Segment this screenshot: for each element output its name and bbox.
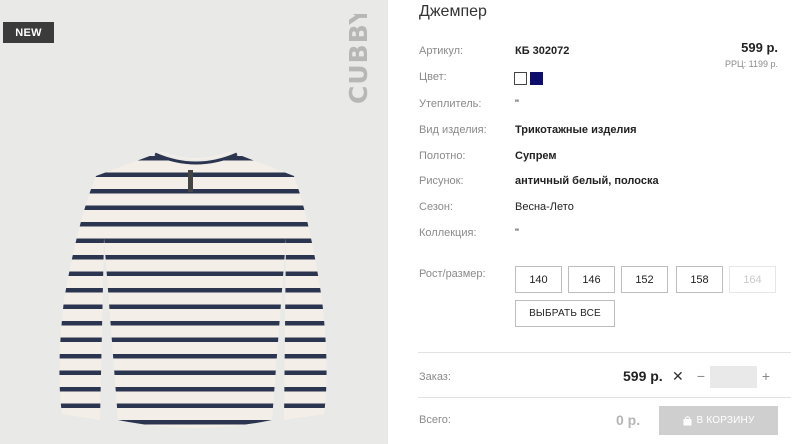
attr-label: Полотно:: [419, 150, 466, 162]
quantity-decrease-button[interactable]: −: [695, 368, 707, 384]
attr-label: Артикул:: [419, 45, 464, 57]
size-option-146[interactable]: 146: [568, 266, 615, 293]
color-swatch-white[interactable]: [514, 72, 527, 85]
add-to-cart-label: В КОРЗИНУ: [696, 415, 755, 426]
attr-value: Супрем: [515, 150, 557, 162]
attr-value: ": [515, 227, 519, 239]
color-swatch-navy[interactable]: [530, 72, 543, 85]
size-option-158[interactable]: 158: [676, 266, 723, 293]
times-icon: ✕: [672, 368, 684, 384]
attr-label: Сезон:: [419, 201, 453, 213]
recommended-retail-price: РРЦ: 1199 р.: [724, 59, 778, 69]
attr-label: Рост/размер:: [419, 268, 486, 280]
attr-label: Цвет:: [419, 71, 447, 83]
add-to-cart-button[interactable]: В КОРЗИНУ: [659, 406, 778, 435]
attr-value: Трикотажные изделия: [515, 124, 637, 136]
attr-label: Вид изделия:: [419, 124, 487, 136]
size-option-140[interactable]: 140: [515, 266, 562, 293]
product-price: 599 р.: [741, 40, 778, 55]
attr-value: ": [515, 98, 519, 110]
order-unit-price: 599 р.: [623, 368, 663, 384]
select-all-sizes-button[interactable]: ВЫБРАТЬ ВСЕ: [515, 300, 615, 327]
total-price: 0 р.: [616, 412, 641, 428]
product-details: Джемпер 599 р. РРЦ: 1199 р. Артикул: КБ …: [418, 0, 800, 444]
svg-text:CUBBY: CUBBY: [344, 14, 371, 104]
product-title: Джемпер: [419, 3, 487, 20]
attr-value: Весна-Лето: [515, 201, 574, 213]
new-badge: NEW: [3, 22, 54, 43]
shopping-bag-icon: [683, 415, 691, 425]
divider: [418, 397, 791, 398]
size-option-164: 164: [729, 266, 776, 293]
attr-label: Рисунок:: [419, 175, 464, 187]
quantity-input[interactable]: [710, 366, 757, 388]
size-option-152[interactable]: 152: [621, 266, 668, 293]
attr-value: античный белый, полоска: [515, 175, 659, 187]
quantity-increase-button[interactable]: +: [760, 368, 772, 384]
attr-value: КБ 302072: [515, 45, 570, 57]
brand-logo: CUBBY: [344, 14, 371, 104]
product-image[interactable]: NEW CUBBY: [0, 0, 388, 444]
total-label: Всего:: [419, 414, 451, 426]
divider: [418, 352, 791, 353]
order-label: Заказ:: [419, 371, 451, 383]
jumper-illustration: [59, 151, 327, 428]
attr-label: Утеплитель:: [419, 98, 482, 110]
attr-label: Коллекция:: [419, 227, 477, 239]
